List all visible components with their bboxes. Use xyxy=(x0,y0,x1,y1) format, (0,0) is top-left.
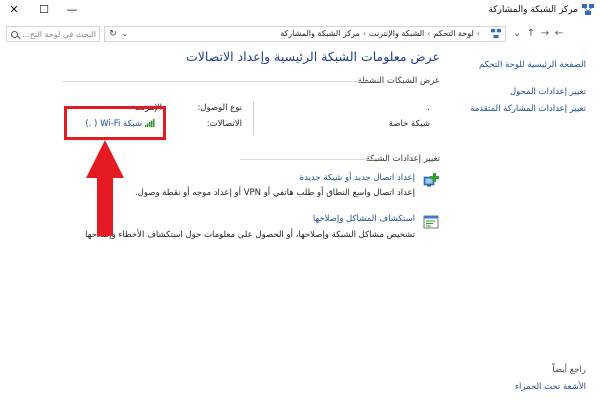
close-button[interactable]: ✕ xyxy=(2,2,26,18)
troubleshoot-icon xyxy=(423,215,439,229)
access-type-label: نوع الوصول: xyxy=(197,103,242,113)
section-divider xyxy=(240,159,374,160)
sidebar-link-control-panel-home[interactable]: الصفحة الرئيسية للوحة التحكم xyxy=(479,60,586,70)
network-name: . xyxy=(427,103,430,113)
forward-arrow-icon[interactable]: → xyxy=(538,26,552,42)
network-location-icon xyxy=(491,29,501,39)
column-divider xyxy=(253,101,254,135)
address-row: ↻ ⌄ ›لوحة التحكم›الشبكة والإنترنت›مركز ا… xyxy=(0,24,600,46)
maximize-button[interactable]: ☐ xyxy=(32,2,56,18)
page-title: عرض معلومات الشبكة الرئيسية وإعداد الاتص… xyxy=(186,49,440,64)
back-arrow-icon[interactable]: ← xyxy=(552,26,566,42)
breadcrumb-separator[interactable]: › xyxy=(427,29,430,38)
connections-label: الاتصالات: xyxy=(206,119,242,129)
search-icon[interactable] xyxy=(11,31,18,38)
network-type: شبكة خاصة xyxy=(388,119,430,129)
breadcrumb: ›لوحة التحكم›الشبكة والإنترنت›مركز الشبك… xyxy=(280,29,483,38)
search-box[interactable] xyxy=(6,26,100,42)
troubleshoot-link[interactable]: استكشاف المشاكل وإصلاحها xyxy=(313,214,415,224)
minimize-button[interactable]: — xyxy=(60,2,84,18)
sidebar-link-infrared[interactable]: الأشعة تحت الحمراء xyxy=(515,382,586,392)
breadcrumb-network-center[interactable]: مركز الشبكة والمشاركة xyxy=(280,29,360,38)
sidebar-link-adapter-settings[interactable]: تغيير إعدادات المحول xyxy=(510,87,586,97)
red-arrow-shaft xyxy=(97,176,113,236)
breadcrumb-control-panel[interactable]: لوحة التحكم xyxy=(433,29,473,38)
sidebar-link-advanced-sharing[interactable]: تغيير إعدادات المشاركة المتقدمة xyxy=(470,104,586,114)
new-connection-icon xyxy=(423,173,439,187)
recent-locations-icon[interactable]: ⌄ xyxy=(510,26,524,42)
change-settings-heading: تغيير إعدادات الشبكة xyxy=(365,154,440,164)
red-arrow-head xyxy=(86,140,124,178)
window-title: مركز الشبكة والمشاركة xyxy=(488,5,578,15)
up-arrow-icon[interactable]: ↑ xyxy=(524,26,538,42)
breadcrumb-separator[interactable]: › xyxy=(477,29,480,38)
highlight-box xyxy=(64,106,166,140)
new-connection-link[interactable]: إعداد اتصال جديد أو شبكة جديدة xyxy=(300,173,415,183)
title-bar: ✕ ☐ — مركز الشبكة والمشاركة xyxy=(0,0,600,22)
see-also-heading: راجع أيضاً xyxy=(552,365,586,375)
troubleshoot-description: تشخيص مشاكل الشبكة وإصلاحها، أو الحصول ع… xyxy=(85,230,415,240)
breadcrumb-separator[interactable]: › xyxy=(363,29,366,38)
address-bar[interactable]: ↻ ⌄ ›لوحة التحكم›الشبكة والإنترنت›مركز ا… xyxy=(104,26,506,42)
address-dropdown-icon[interactable]: ⌄ xyxy=(119,27,131,41)
new-connection-description: إعداد اتصال واسع النطاق أو طلب هاتفي أو … xyxy=(134,188,415,198)
search-input[interactable] xyxy=(20,28,96,40)
refresh-icon[interactable]: ↻ xyxy=(107,27,119,41)
network-center-icon xyxy=(582,4,594,15)
section-divider xyxy=(62,81,370,82)
breadcrumb-network-internet[interactable]: الشبكة والإنترنت xyxy=(369,29,424,38)
